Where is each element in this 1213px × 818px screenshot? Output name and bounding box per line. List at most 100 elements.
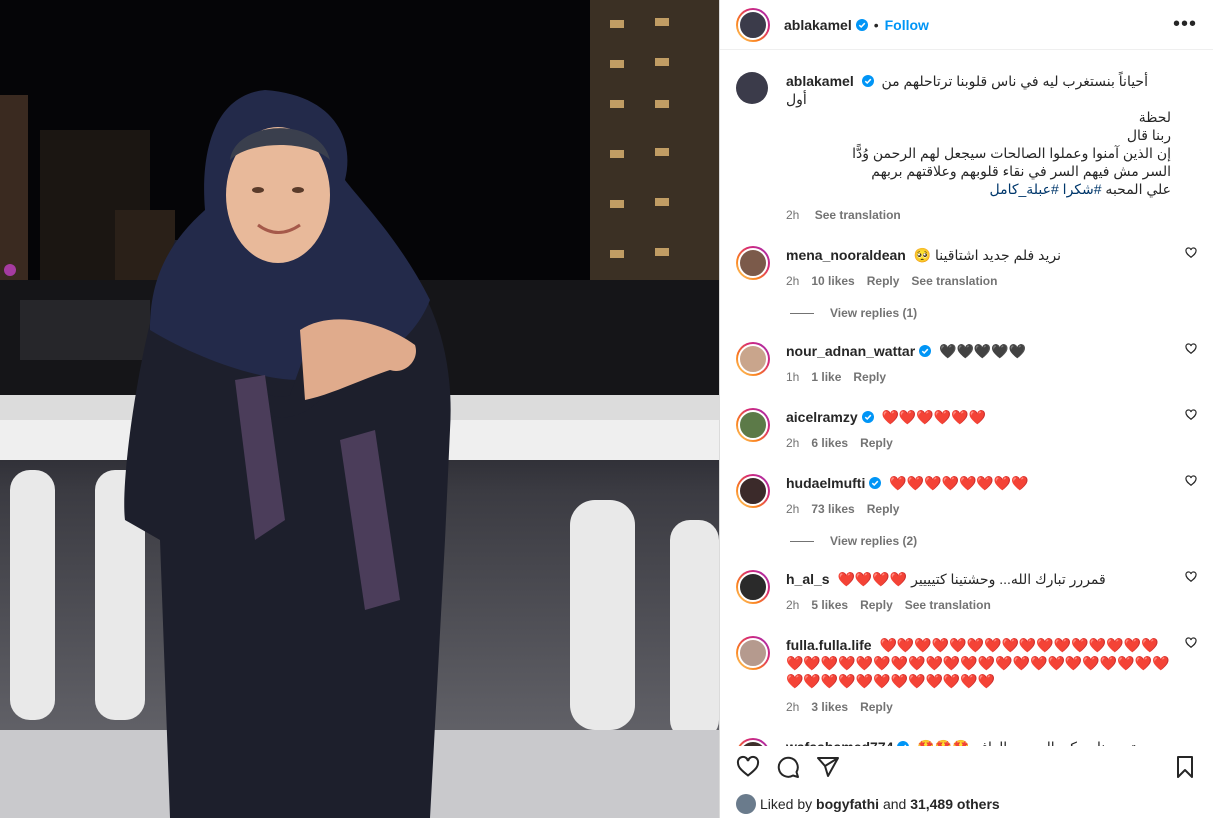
comment-text: 🖤🖤🖤🖤🖤 bbox=[939, 343, 1027, 359]
commenter-avatar[interactable] bbox=[736, 636, 770, 670]
comment-meta: 2h 73 likes Reply bbox=[786, 500, 1171, 518]
caption: ablakamel أحياناً بنستغرب ليه في ناس قلو… bbox=[720, 56, 1213, 224]
caption-line-2: لحظة bbox=[1138, 109, 1171, 125]
caption-avatar[interactable] bbox=[736, 72, 768, 104]
commenter-username[interactable]: h_al_s bbox=[786, 571, 830, 587]
follow-button[interactable]: Follow bbox=[885, 17, 929, 33]
see-translation-link[interactable]: See translation bbox=[905, 598, 991, 612]
comment-time: 1h bbox=[786, 370, 800, 384]
commenter-avatar[interactable] bbox=[736, 408, 770, 442]
comment-like-heart-icon[interactable] bbox=[1185, 246, 1197, 264]
verified-badge-icon bbox=[861, 411, 874, 423]
comment-likes[interactable]: 73 likes bbox=[811, 502, 854, 516]
comment-item: h_al_s قمررر تبارك الله... وحشتينا كتييي… bbox=[720, 548, 1213, 614]
verified-badge-icon bbox=[869, 477, 882, 489]
comment-text: نريد فلم جديد اشتاقينا 🥺 bbox=[913, 247, 1061, 263]
reply-button[interactable]: Reply bbox=[867, 274, 900, 288]
likes-summary: Liked by bogyfathi and 31,489 others bbox=[736, 794, 1000, 814]
liked-by-and: and bbox=[882, 796, 907, 812]
commenter-avatar[interactable] bbox=[736, 570, 770, 604]
caption-line-5: السر مش فيهم السر في نقاء قلوبهم وعلاقته… bbox=[871, 163, 1171, 179]
comment-likes[interactable]: 1 like bbox=[811, 370, 841, 384]
reply-button[interactable]: Reply bbox=[867, 502, 900, 516]
verified-badge-icon bbox=[861, 75, 874, 87]
comment-time: 2h bbox=[786, 598, 800, 612]
comment-meta: 2h 5 likes Reply See translation bbox=[786, 596, 1171, 614]
comment-item: wafaahamed774 حبيبتي ربنا يديكي الصحه وا… bbox=[720, 716, 1213, 746]
commenter-username[interactable]: mena_nooraldean bbox=[786, 247, 906, 263]
author-username[interactable]: ablakamel bbox=[784, 17, 852, 33]
commenter-username[interactable]: nour_adnan_wattar bbox=[786, 343, 915, 359]
caption-username[interactable]: ablakamel bbox=[786, 73, 854, 89]
share-icon[interactable] bbox=[816, 755, 840, 779]
comment-likes[interactable]: 5 likes bbox=[811, 598, 848, 612]
caption-line-6-text: علي المحبه bbox=[1101, 181, 1171, 197]
liker-avatar[interactable] bbox=[736, 794, 756, 814]
comment-meta: 2h 3 likes Reply bbox=[786, 698, 1171, 716]
comments-scroll[interactable]: ablakamel أحياناً بنستغرب ليه في ناس قلو… bbox=[720, 56, 1213, 746]
comment-text: حبيبتي ربنا يديكي الصحه والعافيه🤩🤩🤩 bbox=[917, 739, 1157, 746]
see-translation-link[interactable]: See translation bbox=[911, 274, 997, 288]
commenter-avatar[interactable] bbox=[736, 342, 770, 376]
photo-illustration bbox=[0, 0, 719, 818]
comment-like-heart-icon[interactable] bbox=[1185, 408, 1197, 426]
view-replies-label: View replies (2) bbox=[830, 534, 918, 548]
caption-line-3: ربنا قال bbox=[1126, 127, 1171, 143]
reply-button[interactable]: Reply bbox=[860, 436, 893, 450]
verified-badge-icon bbox=[919, 345, 932, 357]
commenter-avatar[interactable] bbox=[736, 246, 770, 280]
comment-time: 2h bbox=[786, 700, 800, 714]
see-translation-link[interactable]: See translation bbox=[815, 208, 901, 222]
separator-dot: • bbox=[873, 16, 879, 33]
reply-button[interactable]: Reply bbox=[860, 598, 893, 612]
liker-username[interactable]: bogyfathi bbox=[816, 796, 879, 812]
comment-likes[interactable]: 3 likes bbox=[811, 700, 848, 714]
reply-button[interactable]: Reply bbox=[853, 370, 886, 384]
commenter-avatar[interactable] bbox=[736, 474, 770, 508]
comment-text: قمررر تبارك الله... وحشتينا كتيييير ❤️❤️… bbox=[837, 571, 1106, 587]
comment-like-heart-icon[interactable] bbox=[1185, 474, 1197, 492]
commenter-username[interactable]: hudaelmufti bbox=[786, 475, 865, 491]
caption-line-6: علي المحبه #شكرا #عبلة_كامل bbox=[786, 180, 1171, 198]
commenter-avatar[interactable] bbox=[736, 738, 770, 746]
comment-likes[interactable]: 10 likes bbox=[811, 274, 854, 288]
comment-meta: 2h 10 likes Reply See translation bbox=[786, 272, 1171, 290]
post-header: ablakamel • Follow ••• bbox=[720, 0, 1213, 50]
more-options-icon[interactable]: ••• bbox=[1173, 13, 1197, 36]
comment-item: hudaelmufti ❤️❤️❤️❤️❤️❤️❤️❤️ 2h 73 likes Re… bbox=[720, 452, 1213, 518]
commenter-username[interactable]: fulla.fulla.life bbox=[786, 637, 872, 653]
caption-hashtags[interactable]: #شكرا #عبلة_كامل bbox=[989, 181, 1101, 197]
comment-like-heart-icon[interactable] bbox=[1185, 342, 1197, 360]
heart-icon[interactable] bbox=[736, 755, 760, 779]
replies-divider bbox=[790, 312, 814, 314]
reply-button[interactable]: Reply bbox=[860, 700, 893, 714]
author-avatar[interactable] bbox=[736, 7, 770, 42]
comments-list: mena_nooraldean نريد فلم جديد اشتاقينا 🥺… bbox=[720, 224, 1213, 746]
bookmark-icon[interactable] bbox=[1173, 755, 1197, 779]
likes-count[interactable]: 31,489 others bbox=[910, 796, 1000, 812]
comment-meta: 1h 1 like Reply bbox=[786, 368, 1171, 386]
view-replies-button[interactable]: View replies (1) bbox=[720, 290, 1213, 320]
comment-time: 2h bbox=[786, 502, 800, 516]
comment-like-heart-icon[interactable] bbox=[1185, 570, 1197, 588]
commenter-username[interactable]: wafaahamed774 bbox=[786, 739, 893, 746]
comment-text: ❤️❤️❤️❤️❤️❤️ bbox=[881, 409, 987, 425]
comment-item: fulla.fulla.life ❤️❤️❤️❤️❤️❤️❤️❤️❤️❤️❤️❤… bbox=[720, 614, 1213, 716]
comment-text: ❤️❤️❤️❤️❤️❤️❤️❤️ bbox=[889, 475, 1029, 491]
comment-item: nour_adnan_wattar 🖤🖤🖤🖤🖤 1h 1 like Reply bbox=[720, 320, 1213, 386]
commenter-username[interactable]: aicelramzy bbox=[786, 409, 858, 425]
comment-item: aicelramzy ❤️❤️❤️❤️❤️❤️ 2h 6 likes Reply bbox=[720, 386, 1213, 452]
post-actions-bar bbox=[736, 752, 1197, 782]
comment-icon[interactable] bbox=[776, 755, 800, 779]
comment-item: mena_nooraldean نريد فلم جديد اشتاقينا 🥺… bbox=[720, 224, 1213, 290]
comment-likes[interactable]: 6 likes bbox=[811, 436, 848, 450]
post-side-panel: ablakamel • Follow ••• ablakamel أحياناً… bbox=[719, 0, 1213, 818]
caption-time: 2h bbox=[786, 208, 800, 222]
comment-meta: 2h 6 likes Reply bbox=[786, 434, 1171, 452]
verified-badge-icon bbox=[855, 18, 868, 31]
replies-divider bbox=[790, 540, 814, 542]
view-replies-label: View replies (1) bbox=[830, 306, 918, 320]
view-replies-button[interactable]: View replies (2) bbox=[720, 518, 1213, 548]
comment-like-heart-icon[interactable] bbox=[1185, 636, 1197, 654]
post-photo[interactable] bbox=[0, 0, 719, 818]
